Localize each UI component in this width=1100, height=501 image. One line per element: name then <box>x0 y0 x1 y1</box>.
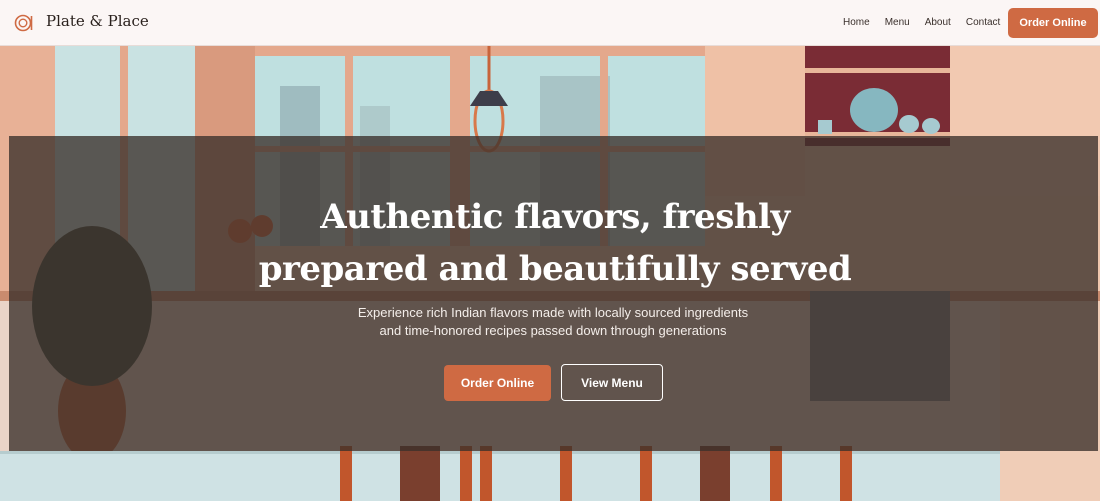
hero-title: Authentic flavors, freshly prepared and … <box>0 191 1100 295</box>
nav-home[interactable]: Home <box>843 17 870 28</box>
main-nav: Home Menu About Contact <box>843 17 1015 28</box>
nav-about[interactable]: About <box>925 17 951 28</box>
hero-view-menu-button[interactable]: View Menu <box>561 364 663 401</box>
brand-name[interactable]: Plate & Place <box>46 12 149 30</box>
hero-title-line-1: Authentic flavors, freshly <box>320 197 790 237</box>
nav-contact[interactable]: Contact <box>966 17 1000 28</box>
hero-title-line-2: prepared and beautifully served <box>258 249 852 289</box>
nav-menu[interactable]: Menu <box>885 17 910 28</box>
plate-logo-icon[interactable] <box>14 13 34 33</box>
hero-order-online-button[interactable]: Order Online <box>444 365 551 401</box>
header-order-online-button[interactable]: Order Online <box>1008 8 1098 38</box>
site-header: Plate & Place Home Menu About Contact Or… <box>0 0 1100 46</box>
hero-subtitle: Experience rich Indian flavors made with… <box>0 304 1100 340</box>
hero-subtitle-line-2: and time-honored recipes passed down thr… <box>379 323 727 338</box>
hero-subtitle-line-1: Experience rich Indian flavors made with… <box>357 305 749 320</box>
